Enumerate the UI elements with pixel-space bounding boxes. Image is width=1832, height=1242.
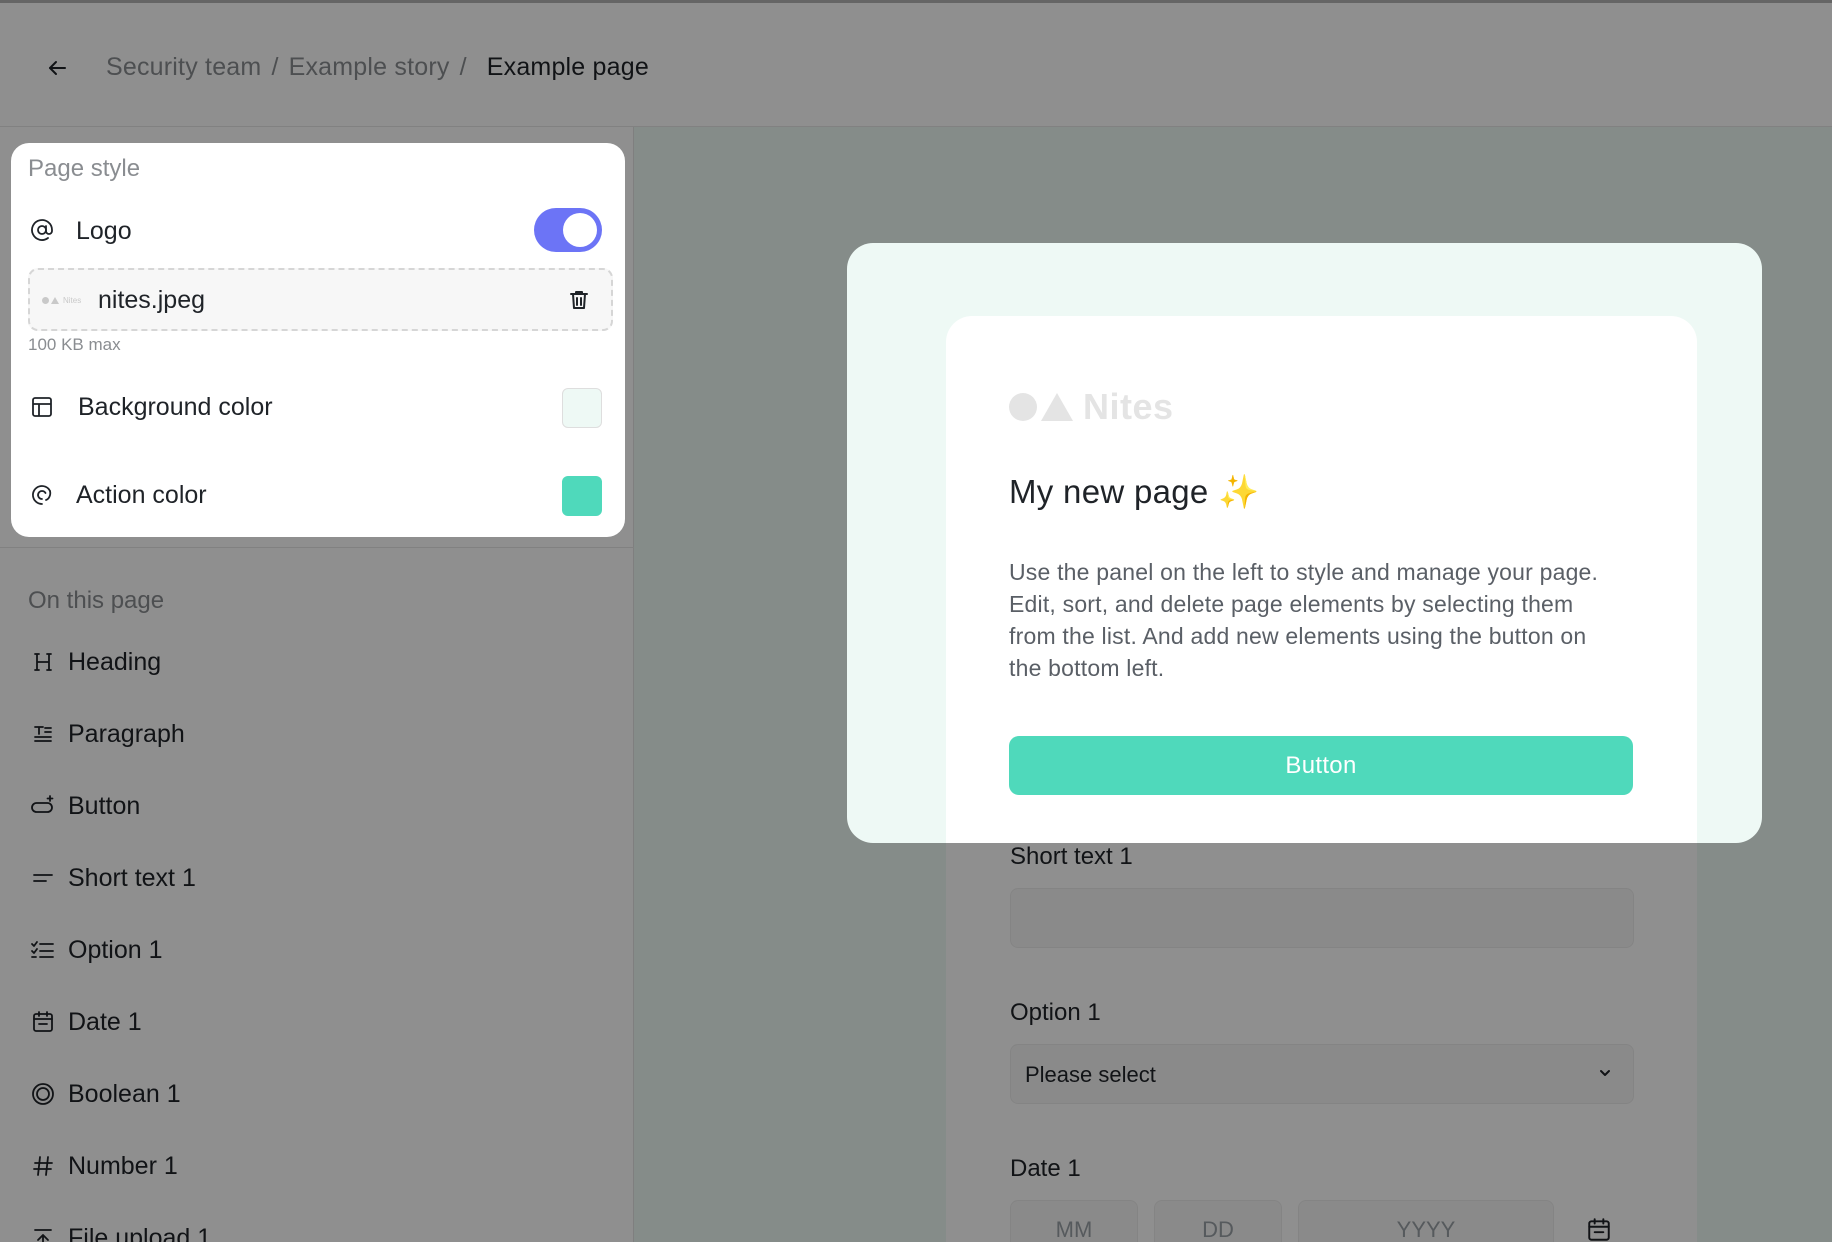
logo-size-hint: 100 KB max <box>28 335 121 354</box>
brand-logo: Nites <box>1009 386 1174 428</box>
logo-text: Nites <box>1083 386 1174 427</box>
page-paragraph[interactable]: Use the panel on the left to style and m… <box>1009 556 1609 684</box>
logo-thumbnail: Nites <box>42 294 86 306</box>
logo-toggle[interactable] <box>534 208 602 252</box>
action-color-label: Action color <box>76 481 207 509</box>
layout-icon <box>28 393 56 421</box>
preview-card: Nites My new page ✨ Use the panel on the… <box>946 316 1697 843</box>
trash-icon[interactable] <box>567 288 591 312</box>
background-color-swatch[interactable] <box>562 388 602 428</box>
page-preview: Nites My new page ✨ Use the panel on the… <box>847 243 1762 843</box>
panel-title: Page style <box>28 155 141 182</box>
at-icon <box>28 216 56 244</box>
logo-triangle-shape <box>1041 393 1073 421</box>
swirl-icon <box>28 481 56 509</box>
action-color-swatch[interactable] <box>562 476 602 516</box>
toggle-knob <box>563 213 597 247</box>
logo-file-field[interactable]: Nites nites.jpeg <box>28 268 613 331</box>
logo-label: Logo <box>76 217 132 245</box>
background-color-label: Background color <box>78 393 273 421</box>
page-style-panel: Page style Logo Nites nites.jpeg 100 KB … <box>11 143 625 537</box>
logo-circle-shape <box>1009 393 1037 421</box>
page-button[interactable]: Button <box>1009 736 1633 795</box>
logo-file-name: nites.jpeg <box>98 286 206 314</box>
page-heading[interactable]: My new page ✨ <box>1009 473 1259 512</box>
